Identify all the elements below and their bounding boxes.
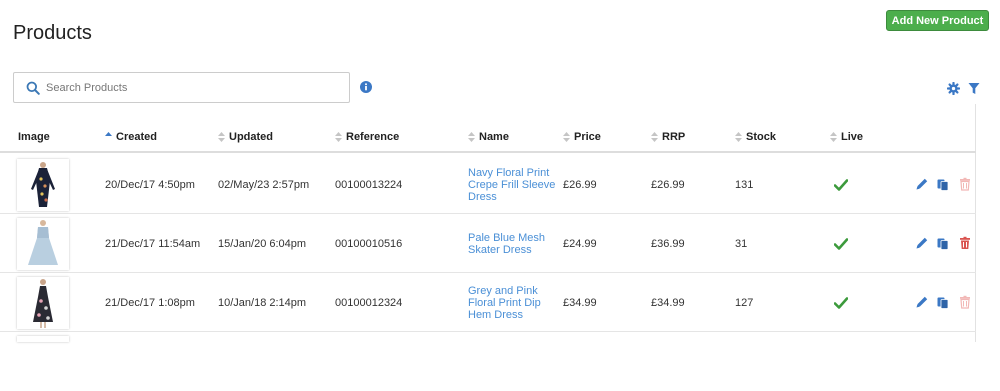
rrp: £26.99 (651, 179, 685, 191)
table-row[interactable]: 21/Dec/17 1:08pm 10/Jan/18 2:14pm 001000… (0, 273, 976, 332)
price: £26.99 (563, 179, 597, 191)
trash-icon[interactable] (958, 236, 972, 250)
created-date: 21/Dec/17 11:54am (105, 238, 201, 250)
copy-icon[interactable] (936, 295, 950, 309)
rrp: £36.99 (651, 238, 685, 250)
reference: 00100010516 (335, 238, 403, 250)
sort-icon (735, 132, 742, 142)
column-header-live[interactable]: Live (830, 131, 863, 143)
dress-image-icon (33, 279, 53, 328)
gear-icon[interactable] (947, 82, 960, 95)
column-header-updated[interactable]: Updated (218, 131, 273, 143)
search-icon (26, 81, 40, 95)
product-name-link[interactable]: Grey and Pink Floral Print Dip Hem Dress (468, 285, 541, 321)
reference: 00100013224 (335, 179, 403, 191)
trash-icon[interactable] (958, 295, 972, 309)
edit-icon[interactable] (915, 177, 929, 191)
sort-icon (563, 132, 570, 142)
price: £24.99 (563, 238, 597, 250)
page-title: Products (13, 22, 92, 45)
created-date: 21/Dec/17 1:08pm (105, 297, 195, 309)
edit-icon[interactable] (915, 295, 929, 309)
checkmark-icon[interactable] (834, 238, 848, 250)
sort-icon (218, 132, 225, 142)
column-header-reference[interactable]: Reference (335, 131, 399, 143)
search-input[interactable] (44, 80, 338, 95)
table-row[interactable] (0, 332, 976, 391)
dress-image-icon (31, 162, 55, 207)
stock: 127 (735, 297, 754, 309)
updated-date: 02/May/23 2:57pm (218, 179, 310, 191)
sort-icon (468, 132, 475, 142)
column-header-rrp[interactable]: RRP (651, 131, 685, 143)
product-name-link[interactable]: Navy Floral Print Crepe Frill Sleeve Dress (468, 167, 555, 203)
product-thumbnail[interactable] (17, 159, 69, 211)
info-icon[interactable] (360, 81, 372, 93)
sort-icon (105, 132, 112, 136)
updated-date: 15/Jan/20 6:04pm (218, 238, 307, 250)
table-row[interactable]: 21/Dec/17 11:54am 15/Jan/20 6:04pm 00100… (0, 214, 976, 273)
filter-icon[interactable] (968, 82, 980, 95)
product-thumbnail[interactable] (17, 336, 69, 342)
updated-date: 10/Jan/18 2:14pm (218, 297, 307, 309)
product-thumbnail[interactable] (17, 277, 69, 329)
dress-image-icon (28, 220, 58, 265)
edit-icon[interactable] (915, 236, 929, 250)
column-header-stock[interactable]: Stock (735, 131, 776, 143)
checkmark-icon[interactable] (834, 179, 848, 191)
product-thumbnail[interactable] (17, 218, 69, 270)
column-header-created[interactable]: Created (105, 131, 157, 143)
sort-icon (335, 132, 342, 142)
stock: 31 (735, 238, 748, 250)
column-header-name[interactable]: Name (468, 131, 509, 143)
add-new-product-button[interactable]: Add New Product (886, 10, 989, 31)
column-header-price[interactable]: Price (563, 131, 601, 143)
created-date: 20/Dec/17 4:50pm (105, 179, 195, 191)
copy-icon[interactable] (936, 177, 950, 191)
trash-icon[interactable] (958, 177, 972, 191)
stock: 131 (735, 179, 754, 191)
checkmark-icon[interactable] (834, 297, 848, 309)
copy-icon[interactable] (936, 236, 950, 250)
rrp: £34.99 (651, 297, 685, 309)
column-header-image: Image (18, 131, 50, 143)
reference: 00100012324 (335, 297, 403, 309)
sort-icon (830, 132, 837, 142)
table-row[interactable]: 20/Dec/17 4:50pm 02/May/23 2:57pm 001000… (0, 155, 976, 214)
search-box[interactable] (13, 72, 350, 103)
table-header: Image Created Updated Reference Name Pri… (0, 120, 976, 153)
product-name-link[interactable]: Pale Blue Mesh Skater Dress (468, 232, 545, 256)
sort-icon (651, 132, 658, 142)
price: £34.99 (563, 297, 597, 309)
